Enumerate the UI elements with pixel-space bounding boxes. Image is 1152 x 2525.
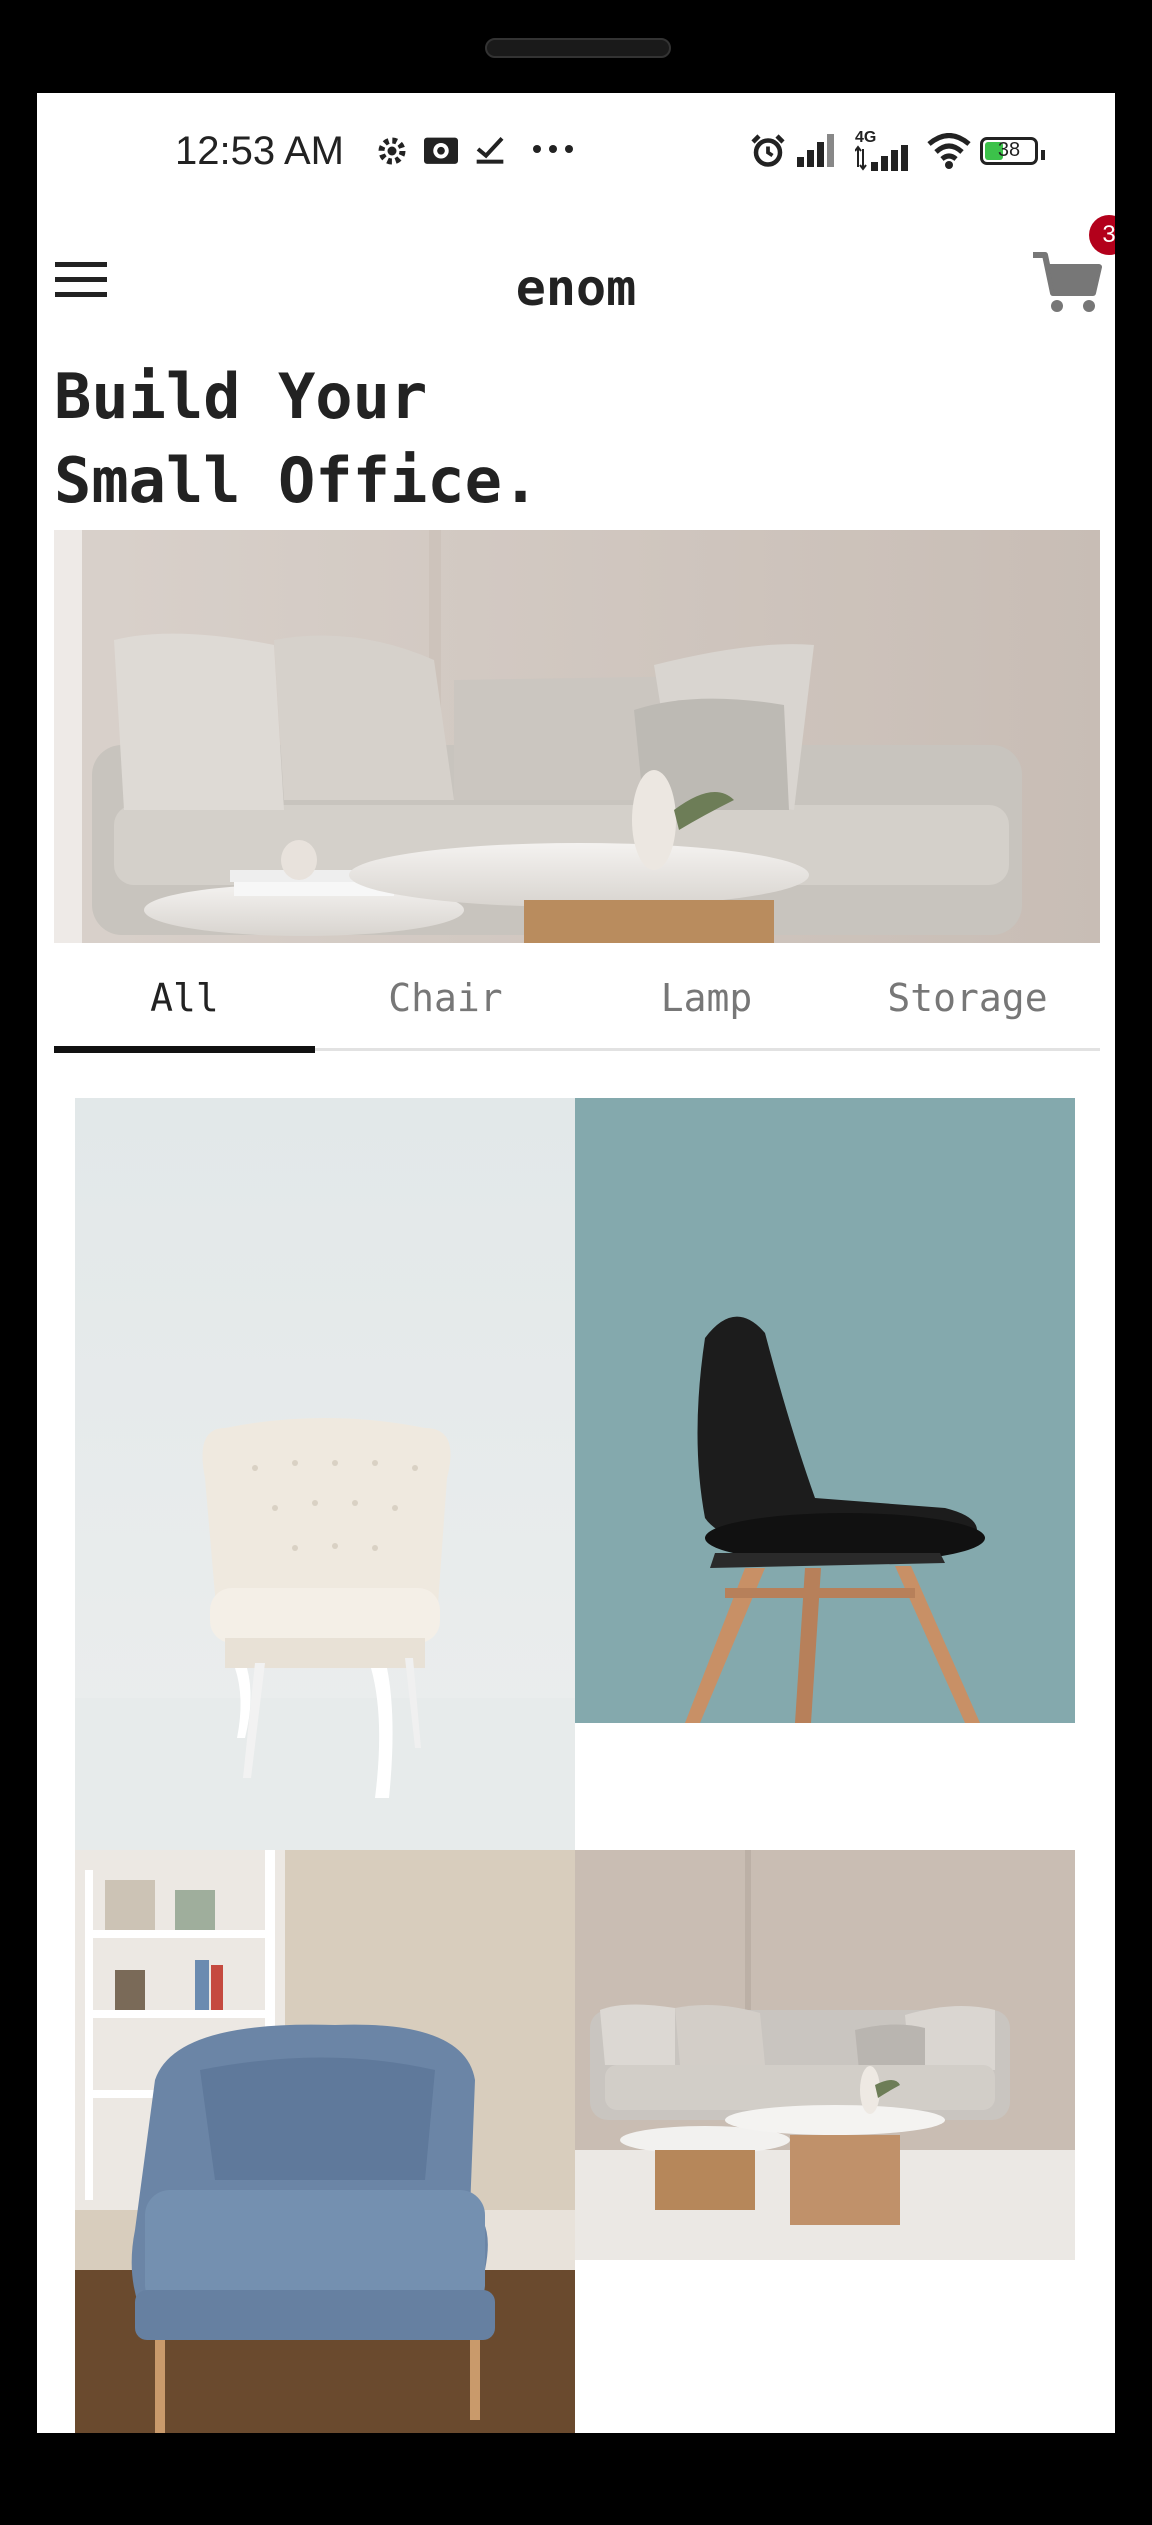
signal-icon [797,134,834,167]
tab-storage[interactable]: Storage [837,943,1098,1053]
shopping-cart-icon[interactable] [1027,243,1107,323]
active-tab-indicator [54,1046,315,1053]
headline-line-1: Build Your [54,360,428,433]
tab-all[interactable]: All [54,943,315,1053]
product-living-room-sofa-image[interactable] [575,1850,1075,2260]
category-tabs: All Chair Lamp Storage [54,943,1100,1065]
tab-chair[interactable]: Chair [315,943,576,1053]
check-icon [476,136,504,164]
status-bar: 12:53 AM 4G 38 [37,93,1115,223]
hero-sofa-image [54,530,1100,943]
battery-level: 38 [997,139,1021,161]
phone-frame: 12:53 AM 4G 38 enom 3 Build Your Small O… [0,0,1152,2525]
wifi-icon [927,133,971,169]
app-brand-title: enom [515,259,637,317]
headline-line-2: Small Office. [54,444,540,517]
gear-icon [378,137,406,165]
alarm-icon [751,134,785,167]
app-screen: 12:53 AM 4G 38 enom 3 Build Your Small O… [37,93,1115,2433]
battery-icon: 38 [980,137,1045,165]
page-headline: Build Your Small Office. [54,355,539,523]
product-white-tufted-chair-image[interactable] [75,1098,575,1850]
product-blue-armchair-image[interactable] [75,1850,575,2433]
tab-lamp[interactable]: Lamp [576,943,837,1053]
status-time: 12:53 AM [175,129,345,173]
signal-4g-icon [855,145,908,171]
product-black-scandi-chair-image[interactable] [575,1098,1075,1723]
more-icon [533,145,573,153]
camera-icon [424,137,458,164]
speaker-grille [485,38,671,58]
app-bar: enom [37,223,1115,343]
